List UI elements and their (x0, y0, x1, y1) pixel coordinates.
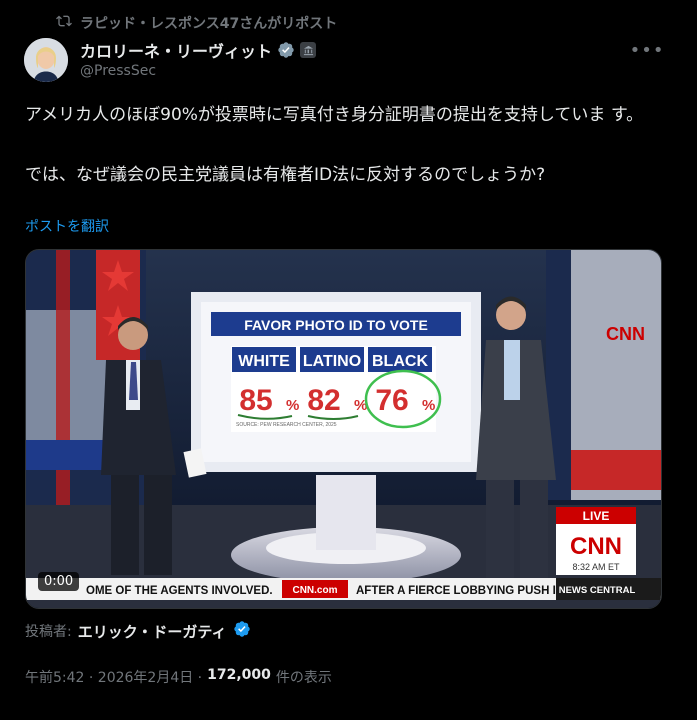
board-col-unit: % (286, 397, 299, 414)
network-logo: CNN (570, 533, 622, 560)
view-count: 172,000 (207, 667, 271, 683)
live-label: LIVE (583, 509, 610, 523)
video-timecode: 0:00 (38, 572, 80, 591)
board-col-value: 85 (239, 384, 272, 417)
repost-text: ラピッド・レスポンス47さんがリポスト (80, 16, 338, 32)
tweet-text: アメリカ人のほぼ90%が投票時に写真付き身分証明書の提出を支持していま す。 で… (25, 105, 644, 185)
board-col-value: 76 (375, 384, 408, 417)
board-col-label: WHITE (238, 353, 290, 370)
government-badge-icon (300, 42, 317, 58)
author-handle[interactable]: @PressSec (80, 63, 156, 79)
ticker-right: AFTER A FIERCE LOBBYING PUSH I (356, 585, 556, 597)
board-title: FAVOR PHOTO ID TO VOTE (244, 317, 428, 333)
credit-name[interactable]: エリック・ドーガティ (78, 621, 227, 642)
ticker-logo: CNN.com (292, 585, 337, 596)
view-count-suffix: 件の表示 (275, 670, 332, 686)
avatar[interactable] (24, 38, 68, 82)
verified-badge-icon (233, 620, 251, 642)
ticker-tag: NEWS CENTRAL (559, 585, 636, 596)
board-col-unit: % (422, 397, 435, 414)
svg-text:CNN: CNN (606, 324, 645, 344)
repost-indicator[interactable]: ラピッド・レスポンス47さんがリポスト (56, 13, 337, 33)
video-frame: CNN FAVOR PHOTO ID TO VOTE WHITE LATINO … (26, 250, 661, 608)
board-col-label: LATINO (303, 353, 361, 370)
verified-badge-icon (277, 41, 295, 59)
credit-label: 投稿者: (25, 624, 72, 640)
board-col-label: BLACK (372, 353, 428, 370)
clock: 8:32 AM ET (572, 562, 620, 572)
post-timestamp[interactable]: 午前5:42 · 2026年2月4日 · (25, 667, 202, 687)
author-name[interactable]: カロリーネ・リーヴィット (80, 38, 272, 62)
ticker-left: OME OF THE AGENTS INVOLVED. (86, 585, 273, 597)
board-col-value: 82 (307, 384, 340, 417)
repost-icon (56, 13, 72, 33)
video-player[interactable]: CNN FAVOR PHOTO ID TO VOTE WHITE LATINO … (25, 249, 662, 609)
translate-link[interactable]: ポストを翻訳 (25, 216, 109, 236)
board-source: SOURCE: PEW RESEARCH CENTER, 2025 (236, 422, 337, 428)
more-options-icon[interactable]: ••• (630, 36, 664, 64)
